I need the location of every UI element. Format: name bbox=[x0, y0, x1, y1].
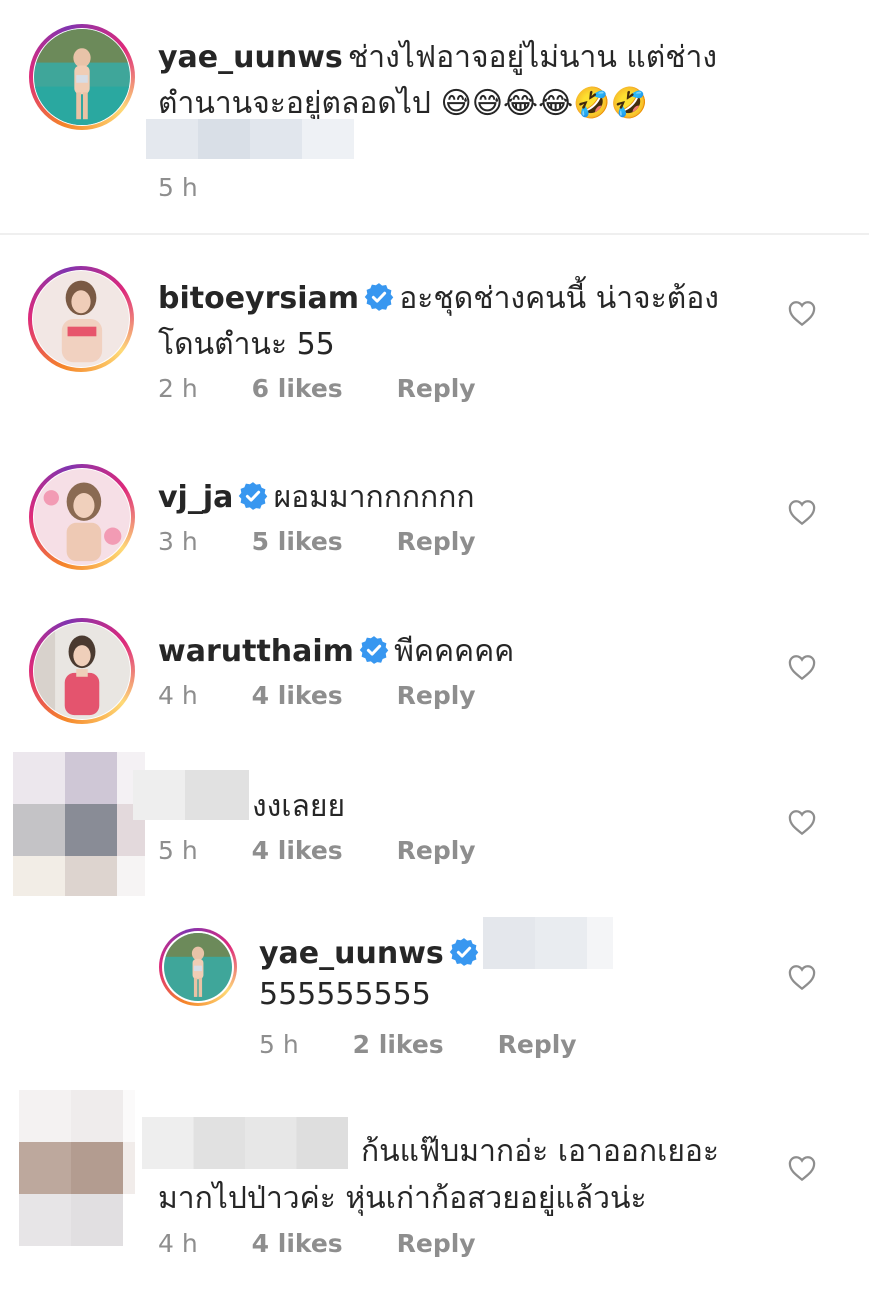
heart-outline-icon[interactable] bbox=[787, 808, 817, 836]
heart-outline-icon[interactable] bbox=[787, 1154, 817, 1182]
comment-text: ผอมมากกกกกก bbox=[273, 480, 475, 515]
reply-button[interactable]: Reply bbox=[498, 1030, 577, 1059]
avatar[interactable] bbox=[19, 1090, 135, 1246]
comment-text: มากไปป่าวค่ะ หุ่นเก่าก้อสวยอยู่แล้วน่ะ bbox=[158, 1181, 647, 1216]
comment-time: 2 h bbox=[158, 374, 198, 403]
avatar[interactable] bbox=[13, 752, 145, 896]
reply-button[interactable]: Reply bbox=[397, 527, 476, 556]
verified-badge-icon bbox=[364, 282, 394, 312]
blurred-content bbox=[146, 119, 354, 159]
comment-time: 5 h bbox=[158, 836, 198, 865]
likes-count[interactable]: 4 likes bbox=[252, 836, 343, 865]
avatar[interactable] bbox=[29, 24, 135, 130]
comment-text: 555555555 bbox=[259, 977, 431, 1012]
avatar[interactable] bbox=[28, 266, 134, 372]
blurred-username bbox=[133, 770, 249, 820]
comment-time: 5 h bbox=[259, 1030, 299, 1059]
comment-text: ก้นแฟ๊บมากอ่ะ เอาออกเยอะ bbox=[361, 1134, 720, 1169]
comment-text: ช่างไฟอาจอยู่ไม่นาน แต่ช่าง bbox=[347, 40, 718, 75]
comment-time: 4 h bbox=[158, 681, 198, 710]
comment-username[interactable]: bitoeyrsiam bbox=[158, 281, 359, 316]
verified-badge-icon bbox=[359, 635, 389, 665]
comment-time: 4 h bbox=[158, 1229, 198, 1258]
comment-text: อะชุดช่างคนนี้ น่าจะต้อง bbox=[399, 281, 719, 316]
comment-username[interactable]: warutthaim bbox=[158, 634, 354, 669]
comment-username[interactable]: yae_uunws bbox=[158, 40, 343, 75]
heart-outline-icon[interactable] bbox=[787, 498, 817, 526]
heart-outline-icon[interactable] bbox=[787, 963, 817, 991]
likes-count[interactable]: 6 likes bbox=[252, 374, 343, 403]
avatar[interactable] bbox=[29, 464, 135, 570]
divider bbox=[0, 233, 869, 235]
comment-text: โดนตำนะ 55 bbox=[158, 327, 335, 362]
likes-count[interactable]: 4 likes bbox=[252, 1229, 343, 1258]
reply-button[interactable]: Reply bbox=[397, 681, 476, 710]
blurred-username bbox=[142, 1117, 348, 1169]
reply-button[interactable]: Reply bbox=[397, 374, 476, 403]
avatar[interactable] bbox=[29, 618, 135, 724]
comment-text: พีคคคคค bbox=[394, 634, 515, 669]
likes-count[interactable]: 4 likes bbox=[252, 681, 343, 710]
heart-outline-icon[interactable] bbox=[787, 299, 817, 327]
heart-outline-icon[interactable] bbox=[787, 653, 817, 681]
comment-username[interactable]: yae_uunws bbox=[259, 936, 444, 971]
comment-time: 5 h bbox=[158, 173, 198, 202]
avatar[interactable] bbox=[159, 928, 237, 1006]
verified-badge-icon bbox=[238, 481, 268, 511]
likes-count[interactable]: 2 likes bbox=[353, 1030, 444, 1059]
comment-time: 3 h bbox=[158, 527, 198, 556]
likes-count[interactable]: 5 likes bbox=[252, 527, 343, 556]
comment-text: งงเลยย bbox=[252, 789, 346, 824]
blurred-mention bbox=[483, 917, 613, 969]
comment-username[interactable]: vj_ja bbox=[158, 480, 233, 515]
reply-button[interactable]: Reply bbox=[397, 836, 476, 865]
reply-button[interactable]: Reply bbox=[397, 1229, 476, 1258]
verified-badge-icon bbox=[449, 937, 479, 967]
